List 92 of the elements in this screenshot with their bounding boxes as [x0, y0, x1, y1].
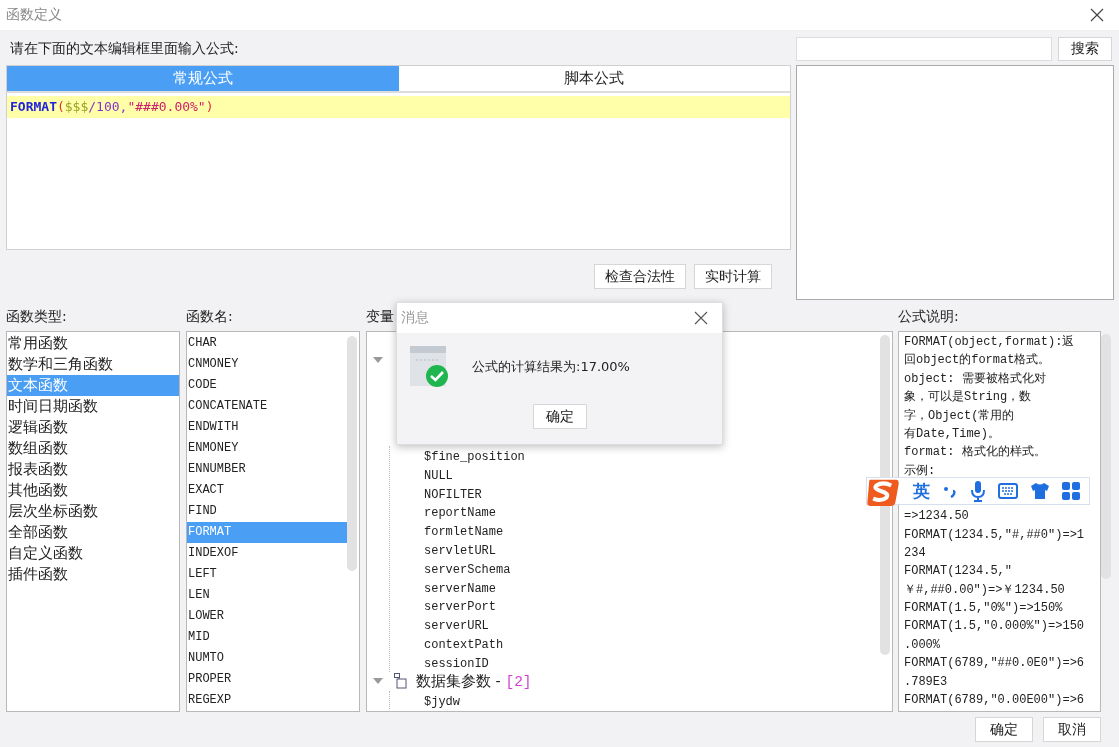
description-line: =>1234.50 [904, 508, 970, 526]
tree-item[interactable]: NULL [424, 468, 453, 483]
formula-button[interactable]: 实时计算 [694, 264, 772, 289]
list-item[interactable]: REGEXP [187, 690, 347, 711]
description-line: FORMAT(object,format):返 [904, 334, 1076, 351]
tree-item[interactable]: contextPath [424, 637, 504, 652]
list-item[interactable]: LOWER [187, 606, 347, 627]
parameter-icon [394, 673, 410, 690]
description-line: object: 需要被格式化对 [904, 370, 1047, 388]
tree-item[interactable]: serverSchema [424, 562, 511, 577]
description-line: FORMAT(6789,"##0.0E0")=>6 [904, 655, 1086, 673]
list-item[interactable]: 逻辑函数 [7, 417, 179, 438]
tree-item[interactable]: servletURL [424, 544, 496, 558]
formula-code: FORMAT($$$/100,"###0.00%") [7, 96, 790, 118]
description-line: 234 [904, 544, 927, 562]
shirt-icon[interactable] [1030, 482, 1050, 500]
list-item[interactable]: CODE [187, 375, 347, 396]
apps-icon[interactable] [1062, 482, 1080, 500]
close-icon[interactable] [1090, 8, 1104, 22]
ok-button[interactable]: 确定 [532, 404, 587, 429]
tree-item[interactable]: serverName [424, 581, 496, 596]
dialog-button[interactable]: 确定 [975, 717, 1033, 742]
dialog-button[interactable]: 取消 [1043, 717, 1101, 742]
tree-item[interactable]: $fine_position [424, 450, 525, 464]
column-label: 函数类型: [6, 307, 67, 326]
expand-icon[interactable] [373, 355, 383, 364]
column-label: 公式说明: [898, 307, 959, 326]
keyboard-icon[interactable] [998, 483, 1018, 499]
description-line: format: 格式化的样式。 [904, 444, 1047, 462]
window-title: 函数定义 [6, 6, 62, 24]
tree-item[interactable]: sessionID [424, 656, 489, 671]
list-item[interactable]: 数组函数 [7, 438, 179, 459]
description-line: 字，Object(常用的 [904, 407, 1016, 425]
dialog-title: 消息 [401, 309, 429, 327]
list-item[interactable]: ENNUMBER [187, 459, 347, 480]
description-line: 有Date,Time)。 [904, 425, 1001, 443]
input-mode-toggle[interactable]: 英 [913, 479, 930, 503]
list-item[interactable]: FIND [187, 501, 347, 522]
list-item[interactable]: 常用函数 [7, 333, 179, 354]
success-icon [410, 346, 450, 388]
list-item[interactable]: 时间日期函数 [7, 396, 179, 417]
list-item[interactable]: INDEXOF [187, 543, 347, 564]
tree-node-label[interactable]: 数据集参数 - [2] [416, 671, 532, 691]
list-item[interactable]: LEFT [187, 564, 347, 585]
description-line: FORMAT(1.5,"0%")=>150% [904, 600, 1064, 618]
list-item[interactable]: CHAR [187, 333, 347, 354]
list-item[interactable]: 自定义函数 [7, 543, 179, 564]
scrollbar-thumb[interactable] [1101, 334, 1111, 579]
description-line: 回object的format格式。 [904, 352, 1052, 370]
search-button[interactable]: 搜索 [1058, 37, 1112, 61]
tree-item[interactable]: $jydw [424, 694, 460, 709]
message-text: 公式的计算结果为:17.00% [472, 358, 630, 376]
list-item[interactable]: 插件函数 [7, 564, 179, 585]
tree-item[interactable]: NOFILTER [424, 487, 482, 502]
description-line: FORMAT(1234.5,"#,##0")=>1 [904, 526, 1086, 544]
description-line: 示例: [904, 462, 937, 480]
description-line: FORMAT(1234.5," [904, 563, 1014, 581]
list-item[interactable]: 层次坐标函数 [7, 501, 179, 522]
list-item[interactable]: ENDWITH [187, 417, 347, 438]
close-icon[interactable] [694, 311, 708, 325]
list-item[interactable]: EXACT [187, 480, 347, 501]
tree-item[interactable]: serverPort [424, 600, 496, 615]
list-item[interactable]: 数学和三角函数 [7, 354, 179, 375]
description-line: ￥#,##0.00")=>￥1234.50 [904, 581, 1066, 599]
description-line: 象，可以是String，数 [904, 389, 1033, 407]
list-item[interactable]: LEN [187, 585, 347, 606]
description-line: FORMAT(1.5,"0.000%")=>150 [904, 618, 1086, 636]
scrollbar-thumb[interactable] [347, 336, 357, 571]
tree-item[interactable]: serverURL [424, 619, 489, 634]
list-item[interactable]: 报表函数 [7, 459, 179, 480]
formula-editor[interactable]: 常规公式 脚本公式 FORMAT($$$/100,"###0.00%") [6, 65, 791, 250]
column-label: 函数名: [186, 307, 233, 326]
column-label: 变量 [366, 307, 394, 326]
list-item[interactable]: ENMONEY [187, 438, 347, 459]
list-item[interactable]: PROPER [187, 669, 347, 690]
scrollbar-thumb[interactable] [880, 335, 890, 655]
tree-item[interactable]: formletName [424, 525, 504, 540]
formula-button[interactable]: 检查合法性 [594, 264, 686, 289]
microphone-icon[interactable] [970, 480, 986, 502]
description-line: .789E3 [904, 673, 949, 691]
list-item[interactable]: 全部函数 [7, 522, 179, 543]
expand-icon[interactable] [373, 677, 383, 686]
prompt-label: 请在下面的文本编辑框里面输入公式: [10, 39, 239, 58]
list-item[interactable]: 其他函数 [7, 480, 179, 501]
list-item[interactable]: CONCATENATE [187, 396, 347, 417]
description-line: .000% [904, 636, 941, 654]
list-item[interactable]: NUMTO [187, 648, 347, 669]
tree-item[interactable]: reportName [424, 506, 496, 521]
list-item[interactable]: CNMONEY [187, 354, 347, 375]
search-field[interactable] [796, 37, 1052, 61]
list-item[interactable]: MID [187, 627, 347, 648]
description-line: FORMAT(6789,"0.00E00")=>6 [904, 692, 1086, 710]
